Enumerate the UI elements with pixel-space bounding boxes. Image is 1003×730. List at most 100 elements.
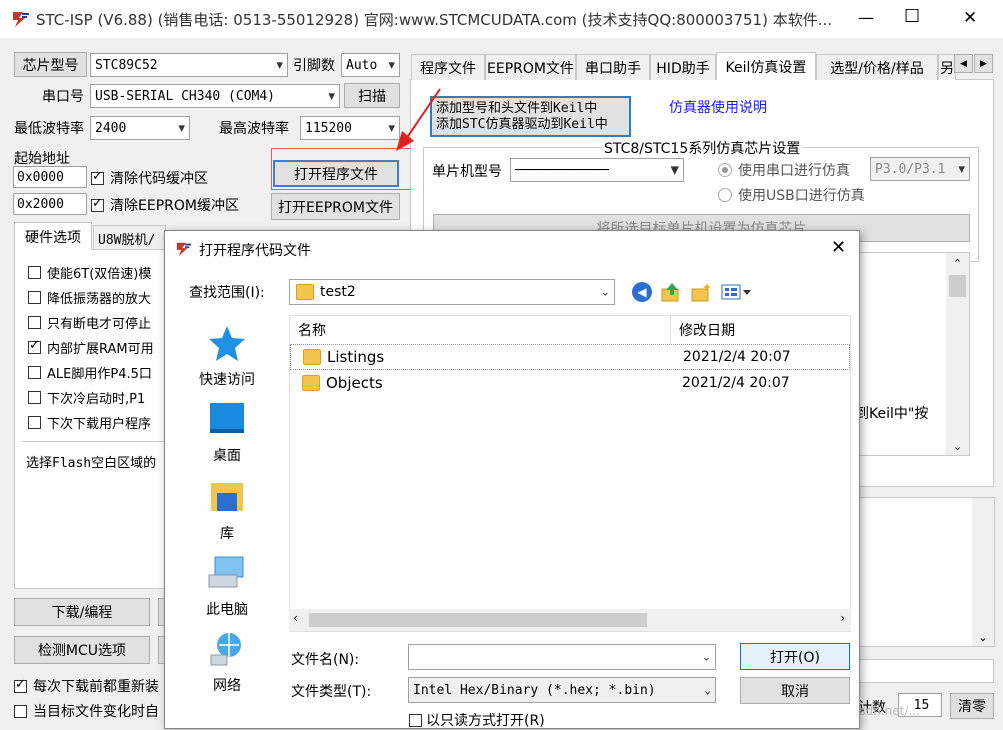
dialog-close-icon[interactable]: ✕ — [831, 237, 846, 258]
tab-right-5[interactable]: 选型/价格/样品 — [816, 54, 938, 80]
filetype-label: 文件类型(T): — [291, 684, 372, 700]
scroll-up-icon[interactable]: ⌃ — [946, 253, 969, 270]
filename-input[interactable]: ⌄ — [408, 644, 716, 670]
max-baud-select[interactable]: 115200 ▼ — [300, 116, 400, 140]
column-header-name[interactable]: 名称 — [298, 320, 326, 340]
scroll-thumb[interactable] — [949, 275, 966, 297]
detect-mcu-button[interactable]: 检测MCU选项 — [14, 636, 150, 664]
title-bar: STC-ISP (V6.88) (销售电话: 0513-55012928) 官网… — [0, 0, 1003, 38]
sidebar-this-pc[interactable]: 此电脑 — [185, 553, 269, 619]
tab-right-4[interactable]: Keil仿真设置 — [716, 52, 816, 80]
checkbox-icon — [14, 704, 27, 718]
radio-icon — [718, 188, 732, 202]
network-icon — [207, 629, 247, 669]
hardware-option-checkbox[interactable]: 下次冷启动时,P1 — [28, 388, 145, 407]
simulator-manual-link[interactable]: 仿真器使用说明 — [669, 97, 767, 117]
hardware-option-checkbox[interactable]: 下次下载用户程序 — [28, 413, 151, 432]
download-program-button[interactable]: 下载/编程 — [14, 598, 150, 626]
tab-hardware-options[interactable]: 硬件选项 — [14, 222, 92, 250]
file-list-hscrollbar[interactable]: ‹ › — [289, 609, 851, 631]
library-icon — [207, 477, 247, 517]
file-row[interactable]: Objects 2021/2/4 20:07 — [290, 370, 850, 396]
chevron-down-icon: ▼ — [328, 89, 335, 103]
start-address-field[interactable]: 0x0000 — [13, 166, 87, 188]
hardware-option-checkbox[interactable]: 使能6T(双倍速)模 — [28, 263, 151, 282]
new-folder-icon[interactable] — [690, 281, 712, 303]
reload-before-download-checkbox[interactable]: 每次下载前都重新装 — [14, 676, 159, 696]
tab-right-3[interactable]: HID助手 — [650, 54, 716, 80]
tab-right-2[interactable]: 串口助手 — [576, 54, 650, 80]
readonly-checkbox[interactable]: 以只读方式打开(R) — [409, 710, 545, 730]
radio-selected-icon — [718, 163, 732, 177]
info-scrollbar[interactable]: ⌃ ⌄ — [946, 253, 969, 455]
checkbox-checked-icon — [14, 677, 27, 693]
scroll-right-icon[interactable]: › — [840, 611, 845, 625]
log-scrollbar[interactable]: ⌄ — [972, 498, 994, 646]
view-menu-icon[interactable] — [721, 282, 753, 302]
chip-model-select[interactable]: STC89C52 ▼ — [90, 53, 288, 77]
radio-usb-sim[interactable]: 使用USB口进行仿真 — [718, 185, 865, 205]
hardware-option-checkbox[interactable]: 只有断电才可停止 — [28, 313, 151, 332]
chevron-down-icon: ▼ — [276, 58, 283, 72]
lookin-select[interactable]: test2 ⌄ — [289, 279, 615, 305]
back-icon[interactable]: ◀ — [632, 282, 652, 302]
tab-u8w[interactable]: U8W脱机/ — [93, 225, 166, 250]
eeprom-address-field[interactable]: 0x2000 — [13, 193, 87, 215]
sidebar-network[interactable]: 网络 — [185, 629, 269, 695]
maximize-icon[interactable]: ☐ — [904, 6, 920, 27]
hardware-option-checkbox[interactable]: ALE脚用作P4.5口 — [28, 363, 152, 382]
scroll-left-icon[interactable]: ‹ — [293, 611, 298, 625]
keil-hint-text: 到Keil中"按 — [855, 406, 929, 422]
cancel-button[interactable]: 取消 — [740, 677, 850, 704]
tab-right-0[interactable]: 程序文件 — [411, 54, 485, 80]
app-icon — [11, 10, 31, 28]
open-eeprom-button[interactable]: 打开EEPROM文件 — [271, 193, 400, 220]
scroll-down-icon[interactable]: ⌄ — [946, 440, 969, 453]
clear-code-checkbox[interactable]: 清除代码缓冲区 — [91, 168, 208, 188]
up-folder-icon[interactable] — [660, 281, 682, 303]
clear-count-button[interactable]: 清零 — [950, 693, 994, 719]
tab-scroll-right[interactable]: ▶ — [974, 54, 993, 73]
radio-serial-sim[interactable]: 使用串口进行仿真 — [718, 160, 850, 180]
add-keil-button[interactable]: 添加型号和头文件到Keil中 添加STC仿真器驱动到Keil中 — [430, 96, 631, 137]
pins-select[interactable]: Auto ▼ — [341, 53, 400, 77]
open-program-button[interactable]: 打开程序文件 — [273, 160, 399, 187]
folder-icon — [296, 284, 314, 300]
min-baud-select[interactable]: 2400 ▼ — [90, 116, 190, 140]
tab-right-1[interactable]: EEPROM文件 — [485, 54, 576, 80]
star-icon — [207, 323, 247, 363]
checkbox-icon — [28, 366, 41, 379]
sidebar-desktop[interactable]: 桌面 — [185, 399, 269, 465]
chevron-down-icon: ▼ — [178, 121, 185, 135]
file-name: Objects — [326, 374, 383, 392]
auto-reload-on-change-checkbox[interactable]: 当目标文件变化时自 — [14, 701, 159, 721]
hardware-option-checkbox[interactable]: 内部扩展RAM可用 — [28, 338, 154, 357]
hscroll-thumb[interactable] — [309, 613, 647, 627]
hardware-option-checkbox[interactable]: 降低振荡器的放大 — [28, 288, 151, 307]
window-title: STC-ISP (V6.88) (销售电话: 0513-55012928) 官网… — [36, 11, 833, 29]
port-select[interactable]: USB-SERIAL CH340 (COM4) ▼ — [90, 84, 340, 108]
column-header-date[interactable]: 修改日期 — [679, 320, 735, 340]
column-divider — [670, 316, 671, 344]
checkbox-checked-icon — [28, 338, 41, 354]
scroll-down-icon[interactable]: ⌄ — [972, 631, 994, 644]
close-icon[interactable]: ✕ — [963, 8, 977, 28]
folder-icon — [303, 349, 321, 365]
chip-model-button[interactable]: 芯片型号 — [14, 52, 87, 77]
sim-group-title: STC8/STC15系列仿真芯片设置 — [602, 138, 803, 158]
start-address-label: 起始地址 — [14, 151, 70, 167]
sidebar-libraries[interactable]: 库 — [185, 477, 269, 543]
sidebar-quick-access[interactable]: 快速访问 — [185, 323, 269, 389]
clear-eeprom-checkbox[interactable]: 清除EEPROM缓冲区 — [91, 195, 239, 215]
mcu-model-select[interactable]: ──────────── ▼ — [510, 158, 684, 182]
port-pins-select[interactable]: P3.0/P3.1 ▼ — [870, 157, 970, 181]
mcu-model-label: 单片机型号 — [432, 164, 502, 180]
open-button[interactable]: 打开(O) — [740, 643, 850, 670]
tab-scroll-left[interactable]: ◀ — [954, 54, 973, 73]
filetype-select[interactable]: Intel Hex/Binary (*.hex; *.bin) ⌄ — [408, 677, 716, 703]
chevron-down-icon: ⌄ — [600, 285, 610, 299]
minimize-icon[interactable]: — — [858, 8, 874, 27]
flash-fill-label: 选择Flash空白区域的 — [26, 456, 157, 471]
file-list: 名称 ⌃ 修改日期 Listings 2021/2/4 20:07 Objects 2… — [289, 315, 851, 632]
file-row[interactable]: Listings 2021/2/4 20:07 — [290, 344, 850, 370]
